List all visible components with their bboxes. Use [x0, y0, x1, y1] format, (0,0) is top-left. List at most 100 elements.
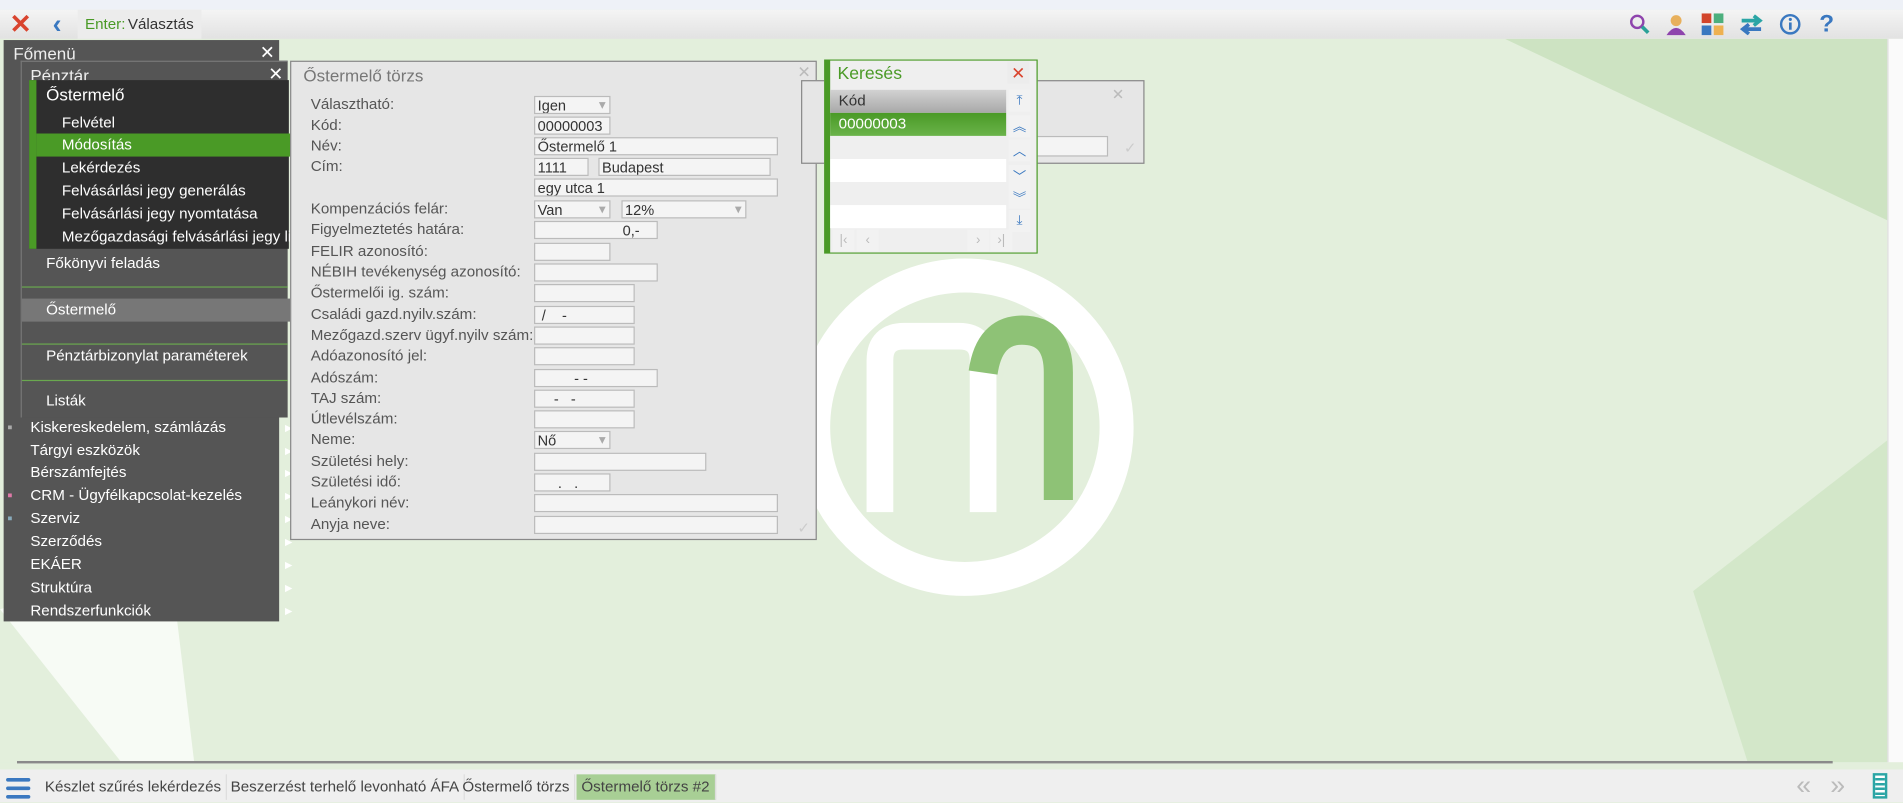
- menu-item-service[interactable]: ▪ Szerviz ▶: [4, 507, 300, 530]
- confirm-check-icon[interactable]: ✓: [797, 518, 810, 536]
- tab-producer-master[interactable]: Őstermelő törzs: [458, 774, 576, 800]
- tab-vat[interactable]: Beszerzést terhelő levonható ÁFA: [226, 774, 466, 800]
- close-icon[interactable]: ✕: [5, 8, 37, 38]
- prev-page-icon[interactable]: ‹: [856, 229, 879, 252]
- label: Kompenzációs felár:: [310, 200, 449, 218]
- menu-item-retail[interactable]: ▪ Kiskereskedelem, számlázás ▶: [4, 416, 300, 439]
- submenu-item-ticket-list[interactable]: Mezőgazdasági felvásárlási jegy lista: [36, 226, 314, 249]
- taj-field[interactable]: - -: [534, 389, 635, 408]
- form-title: Őstermelő törzs: [303, 65, 424, 85]
- family-farm-field[interactable]: / -: [534, 305, 635, 325]
- help-icon[interactable]: ?: [1811, 10, 1843, 39]
- felir-field[interactable]: [534, 242, 611, 261]
- title-strip: [0, 0, 1903, 10]
- search-title: Keresés: [837, 64, 903, 84]
- result-row[interactable]: [830, 182, 1007, 206]
- nebih-field[interactable]: [534, 263, 658, 282]
- tax-id-field[interactable]: [534, 347, 635, 366]
- column-header-code[interactable]: Kód: [830, 89, 1007, 113]
- submenu-item-query[interactable]: Lekérdezés: [36, 157, 314, 180]
- scroll-top-icon[interactable]: ⤒: [1008, 89, 1031, 112]
- menu-item-contract[interactable]: Szerződés ▶: [4, 530, 300, 553]
- producer-id-field[interactable]: [534, 284, 635, 303]
- submenu-item-create[interactable]: Felvétel: [36, 112, 314, 135]
- selectable-select[interactable]: Igen: [534, 95, 611, 115]
- horizontal-scrollbar[interactable]: [16, 760, 1833, 764]
- code-field[interactable]: 00000003: [534, 116, 611, 135]
- surcharge-select[interactable]: Van: [534, 200, 611, 219]
- menu-item-producer[interactable]: Őstermelő▶: [21, 298, 312, 322]
- menu-item-payroll[interactable]: Bérszámfejtés ▶: [4, 461, 300, 484]
- menu-item-ekaer[interactable]: EKÁER ▶: [4, 553, 300, 576]
- tab-producer-master-2[interactable]: Őstermelő törzs #2: [576, 774, 716, 800]
- submenu-item-modify[interactable]: Módosítás: [36, 133, 315, 157]
- taskbar: Készlet szűrés lekérdezés Beszerzést ter…: [0, 769, 1903, 803]
- mother-name-field[interactable]: [534, 515, 778, 535]
- page-up-icon[interactable]: ︽: [1008, 115, 1031, 138]
- menu-label: Szerződés: [30, 532, 103, 550]
- confirm-check-icon[interactable]: ✓: [1124, 138, 1137, 157]
- apps-icon[interactable]: [1697, 10, 1729, 39]
- label: NÉBIH tevékenység azonosító:: [310, 263, 521, 281]
- scroll-tabs-right-icon[interactable]: »: [1830, 769, 1845, 801]
- hamburger-menu-icon[interactable]: [6, 776, 31, 803]
- menu-item-structure[interactable]: Struktúra ▶: [4, 577, 300, 600]
- label: Cím:: [310, 157, 343, 175]
- menu-item-system[interactable]: Rendszerfunkciók ▶: [4, 600, 300, 623]
- menu-label: EKÁER: [30, 555, 82, 573]
- result-row[interactable]: [830, 158, 1007, 183]
- menu-label: Főkönyvi feladás: [46, 254, 160, 272]
- menu-item-receipt-params[interactable]: Pénztárbizonylat paraméterek: [22, 345, 312, 368]
- producer-form-window: Őstermelő törzs ✕ ✓ Választható: Igen Kó…: [290, 60, 817, 541]
- close-search-icon[interactable]: ✕: [1007, 61, 1030, 84]
- passport-field[interactable]: [534, 410, 635, 429]
- submenu-item-print-ticket[interactable]: Felvásárlási jegy nyomtatása: [36, 203, 314, 226]
- menu-item-lists[interactable]: Listák▶: [22, 390, 312, 413]
- maiden-name-field[interactable]: [534, 493, 778, 513]
- first-page-icon[interactable]: |‹: [832, 229, 855, 252]
- label: Anyja neve:: [310, 515, 390, 533]
- gender-select[interactable]: Nő: [534, 430, 611, 450]
- warning-limit-field[interactable]: 0,-: [534, 220, 658, 240]
- label: Családi gazd.nyilv.szám:: [310, 305, 477, 323]
- info-icon[interactable]: [1774, 10, 1806, 39]
- city-field[interactable]: Budapest: [598, 157, 771, 176]
- vertical-scrollbar[interactable]: [1887, 38, 1903, 763]
- name-field[interactable]: Őstermelő 1: [534, 137, 778, 156]
- search-icon[interactable]: [1624, 10, 1656, 39]
- zip-field[interactable]: 1111: [534, 157, 589, 176]
- birth-place-field[interactable]: [534, 452, 707, 471]
- user-icon[interactable]: [1660, 10, 1692, 39]
- label: Útlevélszám:: [310, 410, 398, 428]
- switch-icon[interactable]: [1736, 10, 1768, 39]
- menu-item-ledger-posting[interactable]: Főkönyvi feladás: [22, 252, 312, 275]
- submenu-item-generate-ticket[interactable]: Felvásárlási jegy generálás: [36, 180, 314, 203]
- tax-number-field[interactable]: - -: [534, 368, 658, 388]
- background-input[interactable]: [1029, 135, 1109, 157]
- row-down-icon[interactable]: ﹀: [1008, 165, 1031, 187]
- last-page-icon[interactable]: ›|: [990, 229, 1013, 252]
- toolbar: ✕ ‹ Enter: Választás ?: [0, 8, 1903, 39]
- result-row[interactable]: [830, 135, 1007, 159]
- tab-stock-filter[interactable]: Készlet szűrés lekérdezés: [40, 774, 228, 800]
- birth-date-field[interactable]: . .: [534, 473, 611, 492]
- label: Adószám:: [310, 368, 379, 386]
- label: Születési hely:: [310, 452, 409, 470]
- back-icon[interactable]: ‹: [41, 8, 73, 38]
- result-row-selected[interactable]: 00000003: [830, 112, 1007, 136]
- menu-item-crm[interactable]: ▪ CRM - Ügyfélkapcsolat-kezelés ▶: [4, 484, 300, 507]
- page-down-icon[interactable]: ︾: [1008, 186, 1031, 209]
- enter-select-hint[interactable]: Enter: Választás: [77, 9, 201, 39]
- menu-label: Kiskereskedelem, számlázás: [30, 418, 226, 436]
- row-up-icon[interactable]: ︿: [1008, 139, 1031, 162]
- menu-item-assets[interactable]: Tárgyi eszközök ▶: [4, 439, 300, 462]
- close-background-window-icon[interactable]: ✕: [1112, 85, 1125, 103]
- menu-label: Tárgyi eszközök: [30, 441, 140, 459]
- window-list-icon[interactable]: [1872, 773, 1888, 799]
- scroll-tabs-left-icon[interactable]: «: [1796, 769, 1811, 801]
- surcharge-rate-select[interactable]: 12%: [621, 200, 747, 219]
- next-page-icon[interactable]: ›: [967, 229, 990, 252]
- street-field[interactable]: egy utca 1: [534, 178, 778, 197]
- result-row[interactable]: [830, 205, 1007, 229]
- agri-org-field[interactable]: [534, 326, 635, 345]
